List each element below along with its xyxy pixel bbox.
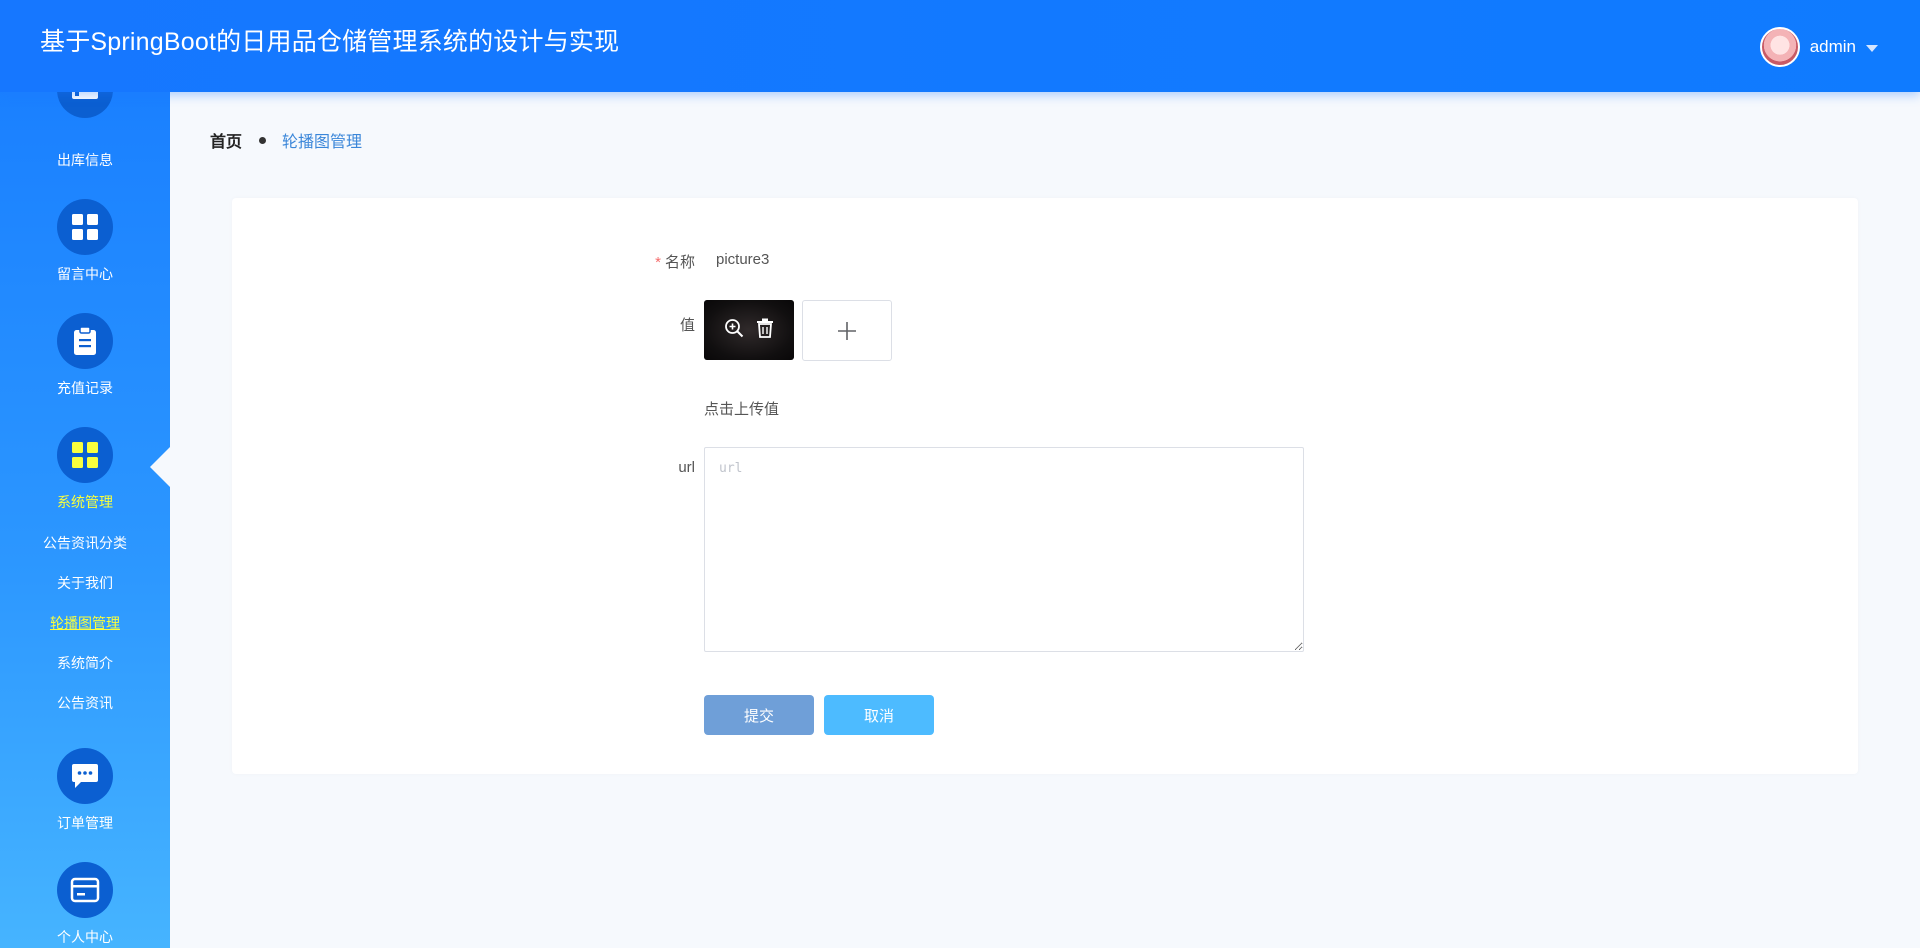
upload-add-button[interactable] (802, 300, 892, 361)
clipboard-icon (57, 313, 113, 369)
sidebar-subitem-carousel-management[interactable]: 轮播图管理 (0, 613, 170, 633)
top-header: 基于SpringBoot的日用品仓储管理系统的设计与实现 admin (0, 0, 1920, 92)
app-title: 基于SpringBoot的日用品仓储管理系统的设计与实现 (40, 28, 620, 56)
grid-icon (57, 427, 113, 483)
cancel-button[interactable]: 取消 (824, 695, 934, 735)
sidebar-item-message-center[interactable]: 留言中心 (0, 199, 170, 289)
card-icon (57, 862, 113, 918)
sidebar-item-recharge-records[interactable]: 充值记录 (0, 313, 170, 403)
url-textarea[interactable] (704, 447, 1304, 652)
sidebar-item-outbound-info[interactable]: 出库信息 (0, 92, 170, 172)
sidebar-subitem-about-us[interactable]: 关于我们 (0, 573, 170, 593)
table-icon (57, 92, 113, 118)
sidebar-item-label: 订单管理 (57, 815, 113, 831)
name-field[interactable]: picture3 (716, 251, 769, 268)
sidebar-item-label: 出库信息 (57, 152, 113, 168)
sidebar-item-personal-center[interactable]: 个人中心 (0, 862, 170, 948)
sidebar-subitem-system-intro[interactable]: 系统简介 (0, 653, 170, 673)
user-menu[interactable]: admin (1759, 27, 1878, 67)
name-label-text: 名称 (664, 254, 695, 271)
delete-icon[interactable] (756, 318, 774, 343)
plus-icon (838, 321, 856, 340)
caret-down-icon[interactable] (1866, 44, 1878, 52)
breadcrumb: 首页 轮播图管理 (210, 128, 362, 152)
grid-icon (57, 199, 113, 255)
upload-hint: 点击上传值 (704, 401, 780, 418)
chat-icon (57, 748, 113, 804)
zoom-in-icon[interactable] (724, 318, 744, 343)
avatar[interactable] (1759, 27, 1800, 67)
required-mark: * (655, 254, 661, 271)
sidebar-subitem-notice-news[interactable]: 公告资讯 (0, 693, 170, 713)
sidebar-item-label: 个人中心 (57, 929, 113, 945)
thumbnail-actions (704, 300, 794, 360)
sidebar-item-label: 留言中心 (57, 266, 113, 282)
name-label: * 名称 (640, 251, 695, 272)
username[interactable]: admin (1810, 37, 1856, 57)
sidebar-item-order-management[interactable]: 订单管理 (0, 748, 170, 838)
url-label: url (678, 459, 695, 476)
value-label: 值 (679, 317, 695, 334)
active-indicator (150, 445, 172, 489)
sidebar-item-label: 充值记录 (57, 380, 113, 396)
breadcrumb-home[interactable]: 首页 (210, 128, 242, 152)
sidebar-item-system-management[interactable]: 系统管理 (0, 427, 170, 517)
breadcrumb-separator (259, 136, 267, 144)
uploaded-image-thumbnail[interactable] (704, 300, 794, 360)
submit-button[interactable]: 提交 (704, 695, 814, 735)
sidebar-subitem-notice-category[interactable]: 公告资讯分类 (0, 533, 170, 553)
breadcrumb-current: 轮播图管理 (282, 134, 363, 151)
sidebar: 出库信息 留言中心 充值记录 系统管理 公告资讯分类 关于我们 轮播图管理 系统… (0, 92, 170, 948)
sidebar-item-label: 系统管理 (57, 494, 113, 510)
